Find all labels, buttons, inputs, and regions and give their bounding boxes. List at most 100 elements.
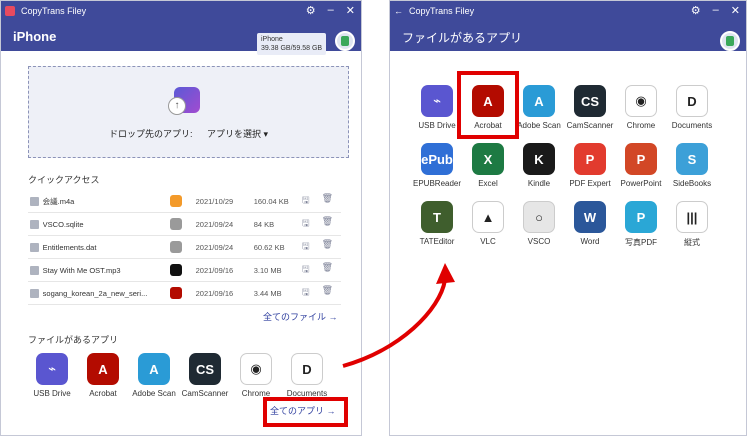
filey-window-device: CopyTrans Filey ⚙ – ✕ iPhone iPhone 39.3… <box>0 0 362 436</box>
app-tile[interactable]: ○ VSCO <box>515 201 563 246</box>
app-icon: ⌁ <box>36 353 68 385</box>
app-tile[interactable]: P PowerPoint <box>617 143 665 188</box>
app-select-dropdown[interactable]: アプリを選択 ▾ <box>207 129 268 139</box>
minimize-icon[interactable]: – <box>328 4 334 17</box>
app-tile[interactable]: ▲ VLC <box>464 201 512 246</box>
file-size: 3.44 MB <box>253 288 282 298</box>
app-label: USB Drive <box>418 121 456 130</box>
app-tile[interactable]: X Excel <box>464 143 512 188</box>
row-actions: 🖫 🗑 <box>302 285 333 301</box>
file-icon <box>30 265 39 275</box>
page-title: iPhone <box>13 29 57 44</box>
source-app-icon <box>170 241 182 253</box>
app-icon: A <box>138 353 170 385</box>
app-icon: W <box>574 201 606 233</box>
app-logo-icon <box>5 6 15 16</box>
app-tile[interactable]: K Kindle <box>515 143 563 188</box>
row-actions: 🖫 🗑 <box>302 239 333 255</box>
app-tile[interactable]: A Acrobat <box>79 353 127 398</box>
file-size: 60.62 KB <box>253 242 285 252</box>
source-app-icon <box>170 287 182 299</box>
app-tile[interactable]: ePub EPUBReader <box>413 143 461 188</box>
close-icon[interactable]: ✕ <box>731 4 740 17</box>
row-actions: 🖫 🗑 <box>302 262 333 278</box>
chevron-down-icon: ▾ <box>263 129 269 139</box>
app-tile[interactable]: P PDF Expert <box>566 143 614 188</box>
trash-icon[interactable]: 🗑 <box>322 262 333 278</box>
file-date: 2021/09/16 <box>195 288 234 298</box>
app-tile[interactable]: W Word <box>566 201 614 246</box>
back-arrow-icon[interactable]: ← <box>394 6 403 16</box>
app-label: CamScanner <box>566 121 614 130</box>
app-tile[interactable]: ◉ Chrome <box>232 353 280 398</box>
device-avatar[interactable] <box>720 31 740 51</box>
app-icon: ePub <box>421 143 453 175</box>
app-label: Kindle <box>527 179 551 188</box>
window-controls: ⚙ – ✕ <box>691 4 740 17</box>
trash-icon[interactable]: 🗑 <box>322 239 333 255</box>
file-date: 2021/09/24 <box>195 242 234 252</box>
app-label: USB Drive <box>33 389 71 398</box>
phone-icon <box>341 36 349 46</box>
table-row[interactable]: 会議.m4a 2021/10/29 160.04 KB 🖫 🗑 <box>28 190 341 213</box>
save-icon[interactable]: 🖫 <box>302 239 310 255</box>
app-tile[interactable]: CS CamScanner <box>566 85 614 130</box>
file-size: 84 KB <box>253 219 275 229</box>
file-icon <box>30 219 39 229</box>
app-tile[interactable]: ◉ Chrome <box>617 85 665 130</box>
app-label: 写真PDF <box>625 238 657 247</box>
app-tile[interactable]: ⌁ USB Drive <box>413 85 461 130</box>
app-icon: A <box>523 85 555 117</box>
window-header: CopyTrans Filey ⚙ – ✕ iPhone iPhone 39.3… <box>1 1 361 55</box>
device-info: iPhone 39.38 GB/59.58 GB <box>257 33 327 55</box>
close-icon[interactable]: ✕ <box>346 4 355 17</box>
save-icon[interactable]: 🖫 <box>302 262 310 278</box>
app-icon: P <box>625 201 657 233</box>
app-label: PDF Expert <box>569 179 611 188</box>
page-title: ファイルがあるアプリ <box>402 31 523 45</box>
app-label: Chrome <box>626 121 656 130</box>
app-icon: X <box>472 143 504 175</box>
all-files-link[interactable]: 全てのファイル → <box>263 310 338 323</box>
file-size: 160.04 KB <box>253 196 289 206</box>
app-tile[interactable]: D Documents <box>283 353 331 398</box>
app-icon: ◉ <box>625 85 657 117</box>
source-app-icon <box>170 264 182 276</box>
minimize-icon[interactable]: – <box>713 4 719 17</box>
app-tile[interactable]: ||| 縦式 <box>668 201 716 248</box>
trash-icon[interactable]: 🗑 <box>322 216 333 232</box>
app-tile[interactable]: T TATEditor <box>413 201 461 246</box>
window-header: ← CopyTrans Filey ⚙ – ✕ ファイルがあるアプリ <box>390 1 746 51</box>
app-label: CamScanner <box>181 389 229 398</box>
app-icon: P <box>574 143 606 175</box>
file-icon <box>30 288 39 298</box>
app-tile[interactable]: ⌁ USB Drive <box>28 353 76 398</box>
drop-target-row: ドロップ先のアプリ: アプリを選択 ▾ <box>29 127 348 140</box>
app-tile[interactable]: A Adobe Scan <box>515 85 563 130</box>
app-label: Adobe Scan <box>132 389 176 398</box>
app-label: PowerPoint <box>620 179 662 188</box>
app-tile[interactable]: CS CamScanner <box>181 353 229 398</box>
save-icon[interactable]: 🖫 <box>302 285 310 301</box>
app-label: TATEditor <box>419 237 455 246</box>
app-tile[interactable]: P 写真PDF <box>617 201 665 248</box>
drop-zone[interactable]: ↑ ドロップ先のアプリ: アプリを選択 ▾ <box>28 66 349 158</box>
app-tile[interactable]: A Adobe Scan <box>130 353 178 398</box>
table-row[interactable]: Entitlements.dat 2021/09/24 60.62 KB 🖫 🗑 <box>28 236 341 259</box>
table-row[interactable]: Stay With Me OST.mp3 2021/09/16 3.10 MB … <box>28 259 341 282</box>
table-row[interactable]: VSCO.sqlite 2021/09/24 84 KB 🖫 🗑 <box>28 213 341 236</box>
app-label: Word <box>580 237 600 246</box>
trash-icon[interactable]: 🗑 <box>322 193 333 209</box>
trash-icon[interactable]: 🗑 <box>322 285 333 301</box>
file-size: 3.10 MB <box>253 265 282 275</box>
app-tile[interactable]: S SideBooks <box>668 143 716 188</box>
file-name: Stay With Me OST.mp3 <box>42 265 121 275</box>
save-icon[interactable]: 🖫 <box>302 193 310 209</box>
table-row[interactable]: sogang_korean_2a_new_seri... 2021/09/16 … <box>28 282 341 305</box>
app-tile[interactable]: D Documents <box>668 85 716 130</box>
settings-icon[interactable]: ⚙ <box>306 4 316 17</box>
save-icon[interactable]: 🖫 <box>302 216 310 232</box>
settings-icon[interactable]: ⚙ <box>691 4 701 17</box>
device-avatar[interactable] <box>335 31 355 51</box>
app-icon: T <box>421 201 453 233</box>
